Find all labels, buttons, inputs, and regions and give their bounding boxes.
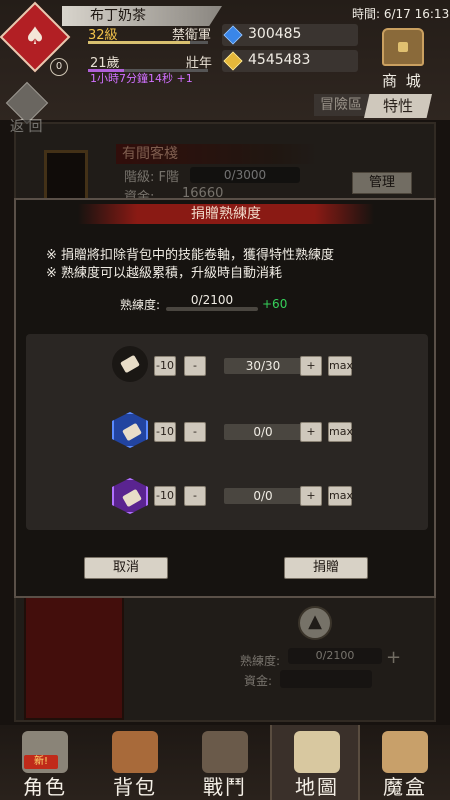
proficiency-gain: +60 — [262, 297, 288, 311]
tab-adventure[interactable]: 冒險區 — [314, 94, 374, 116]
minus-button[interactable]: - — [184, 422, 206, 442]
nav-map[interactable]: 地圖 — [270, 725, 360, 800]
quantity-value: 0/0 — [224, 488, 302, 504]
max-button[interactable]: max — [328, 486, 353, 506]
proficiency-label: 熟練度: — [120, 298, 161, 312]
scroll-list: -10 - 30/30 + max -10 - 0/0 + max -10 - … — [26, 334, 428, 530]
sword-shield-icon — [202, 731, 248, 773]
exp-bar — [88, 41, 208, 44]
top-header: ♠ 0 布丁奶茶 32級 禁衛軍 21歲 壯年 1小時7分鐘14秒 +1 300… — [0, 0, 450, 135]
minus-ten-button[interactable]: -10 — [154, 356, 176, 376]
tab-trait[interactable]: 特性 — [364, 94, 432, 118]
plus-button[interactable]: + — [300, 486, 322, 506]
proficiency-value: 0/2100 — [190, 293, 234, 307]
gold-counter: 4545483 — [222, 50, 358, 72]
gem-counter: 300485 — [222, 24, 358, 46]
new-badge: 新! — [24, 755, 58, 769]
max-button[interactable]: max — [328, 422, 353, 442]
nav-bag[interactable]: 背包 — [90, 725, 180, 800]
nav-character[interactable]: 新! 角色 — [0, 725, 90, 800]
minus-ten-button[interactable]: -10 — [154, 422, 176, 442]
age-timer: 1小時7分鐘14秒 +1 — [90, 72, 193, 85]
plus-button[interactable]: + — [300, 356, 322, 376]
emblem-level-badge: 0 — [50, 58, 68, 76]
dialog-note-1: ※ 捐贈將扣除背包中的技能卷軸，獲得特性熟練度 — [46, 248, 335, 263]
common-scroll-icon — [112, 346, 148, 382]
backpack-icon — [112, 731, 158, 773]
minus-button[interactable]: - — [184, 486, 206, 506]
treasure-chest-icon[interactable] — [382, 28, 424, 66]
gold-gem-icon — [223, 51, 243, 71]
plus-button[interactable]: + — [300, 422, 322, 442]
proficiency-bar — [166, 307, 258, 311]
dialog-title: 捐贈熟練度 — [78, 204, 374, 224]
nav-magic-box[interactable]: 魔盒 — [360, 725, 450, 800]
blue-gem-icon — [223, 25, 243, 45]
quantity-value: 0/0 — [224, 424, 302, 440]
max-button[interactable]: max — [328, 356, 353, 376]
cancel-button[interactable]: 取消 — [84, 557, 168, 579]
nav-magic-box-label: 魔盒 — [383, 775, 427, 799]
donate-dialog: 捐贈熟練度 ※ 捐贈將扣除背包中的技能卷軸，獲得特性熟練度 ※ 熟練度可以越級累… — [14, 198, 436, 598]
rare-scroll-icon — [112, 412, 148, 448]
map-scroll-icon — [294, 731, 340, 773]
nav-character-label: 角色 — [23, 775, 67, 799]
quantity-value: 30/30 — [224, 358, 302, 374]
dialog-note-2: ※ 熟練度可以越級累積，升級時自動消耗 — [46, 266, 283, 281]
gem-value: 300485 — [248, 26, 302, 42]
minus-ten-button[interactable]: -10 — [154, 486, 176, 506]
nav-battle-label: 戰鬥 — [203, 775, 247, 799]
dice-box-icon — [382, 731, 428, 773]
nav-battle[interactable]: 戰鬥 — [180, 725, 270, 800]
gold-value: 4545483 — [248, 52, 311, 68]
nav-bag-label: 背包 — [113, 775, 157, 799]
clock: 時間: 6/17 16:13 — [352, 7, 450, 21]
epic-scroll-icon — [112, 478, 148, 514]
bottom-nav: 新! 角色 背包 戰鬥 地圖 魔盒 — [0, 725, 450, 800]
emblem-glyph-icon: ♠ — [24, 22, 46, 50]
donate-button[interactable]: 捐贈 — [284, 557, 368, 579]
minus-button[interactable]: - — [184, 356, 206, 376]
nav-map-label: 地圖 — [295, 775, 339, 799]
shop-label[interactable]: 商 城 — [382, 70, 423, 91]
player-name: 布丁奶茶 — [62, 6, 222, 26]
